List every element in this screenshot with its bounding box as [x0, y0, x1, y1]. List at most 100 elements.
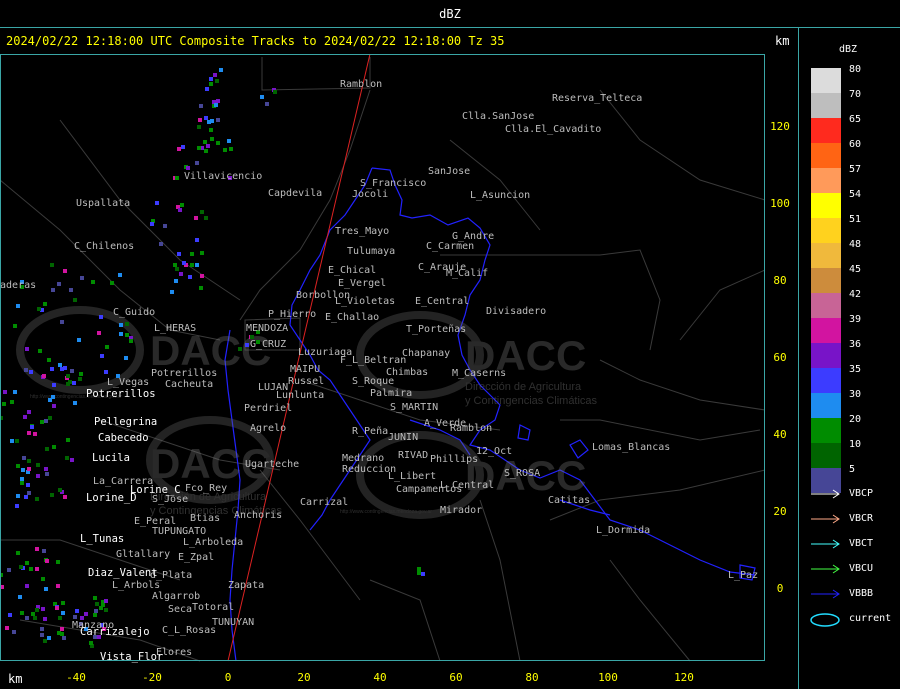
legend-value: 48	[849, 239, 862, 250]
place-label: Zapata	[228, 580, 264, 591]
track-arrow-icon	[811, 539, 840, 549]
legend-value: 54	[849, 189, 862, 200]
legend-value: 39	[849, 314, 862, 325]
track-arrow-icon	[811, 514, 840, 524]
place-label-highlight: Potrerillos	[86, 388, 156, 400]
place-label-highlight: L_Tunas	[80, 533, 124, 545]
legend-swatch	[811, 218, 841, 243]
place-label: M_Caserns	[452, 368, 506, 379]
place-label: RIVAD	[398, 450, 428, 461]
x-tick-label: -40	[66, 671, 86, 684]
place-label: S_Francisco	[360, 178, 426, 189]
legend-value: 10	[849, 439, 862, 450]
place-label: Catitas	[548, 495, 590, 506]
place-label: S_ROSA	[504, 468, 540, 479]
legend-swatch	[811, 143, 841, 168]
place-label: TUNUYAN	[212, 617, 254, 628]
legend-swatch	[811, 368, 841, 393]
x-tick-label: 60	[449, 671, 462, 684]
place-label: L_Dormida	[596, 525, 650, 536]
legend-value: 35	[849, 364, 862, 375]
place-label: S_MARTIN	[390, 402, 438, 413]
place-label: Perdriel	[244, 403, 292, 414]
place-label: Ramblon	[340, 79, 382, 90]
legend-swatch	[811, 168, 841, 193]
place-label: Anchoris	[234, 510, 282, 521]
place-label: Ugarteche	[245, 459, 299, 470]
place-label: Palmira	[370, 388, 412, 399]
legend-swatch	[811, 268, 841, 293]
place-label: Capdevila	[268, 188, 322, 199]
watermark-line2: y Contingencias Climáticas	[465, 395, 598, 407]
place-label: MENDOZA	[246, 323, 288, 334]
legend-swatch	[811, 118, 841, 143]
watermark-brand: DACC	[150, 327, 271, 374]
x-tick-label: -20	[142, 671, 162, 684]
track-legend-label: VBCU	[849, 563, 874, 574]
legend-swatch	[811, 343, 841, 368]
y-tick-label: 60	[773, 351, 786, 364]
place-label: L_Asuncion	[470, 190, 530, 201]
place-label: Agrelo	[250, 423, 286, 434]
window-title: dBZ	[0, 0, 900, 28]
place-label: Carrizal	[300, 497, 348, 508]
place-label-highlight: Vista_Flor	[100, 651, 163, 663]
place-label: Ramblon	[450, 423, 492, 434]
x-tick-label: 80	[525, 671, 538, 684]
watermark-line1: Dirección de Agricultura	[465, 381, 582, 393]
place-label: SanJose	[428, 166, 470, 177]
legend-swatch	[811, 93, 841, 118]
place-label: Campamentos	[396, 484, 462, 495]
place-label: M_Calif	[446, 268, 488, 279]
place-label: Lomas_Blancas	[592, 442, 670, 453]
legend-value: 42	[849, 289, 862, 300]
track-legend-item: VBCP	[809, 487, 899, 501]
place-label-highlight: Carrizalejo	[80, 626, 150, 638]
place-label: S_Roque	[352, 376, 394, 387]
place-label: L_Paz	[728, 570, 758, 581]
place-label: T_Porteñas	[406, 324, 466, 335]
radar-map[interactable]: DACC DACC DACC DACC Dirección de Agricul…	[0, 28, 798, 689]
x-tick-label: 120	[674, 671, 694, 684]
track-legend-label: VBCP	[849, 488, 874, 499]
place-label: Divisadero	[486, 306, 546, 317]
track-arrow-icon	[811, 489, 840, 499]
place-label: Totoral	[192, 602, 234, 613]
place-label: Lunlunta	[276, 390, 324, 401]
place-label: C_L_Rosas	[162, 625, 216, 636]
place-label: Villavicencio	[184, 171, 262, 182]
track-legend-label: VBCR	[849, 513, 874, 524]
place-label: Gltallary	[116, 549, 170, 560]
place-label: Algarrob	[152, 591, 200, 602]
place-label: Clla.El_Cavadito	[505, 124, 601, 135]
place-label: Reserva_Telteca	[552, 93, 642, 104]
place-label: G_CRUZ	[250, 339, 286, 350]
place-label: Tulumaya	[347, 246, 395, 257]
x-tick-label: 0	[225, 671, 232, 684]
place-label-highlight: Lorine_D	[86, 492, 137, 504]
track-legend-item: current	[809, 612, 899, 627]
place-label: R_Peña	[352, 426, 388, 437]
place-label: C_Chilenos	[74, 241, 134, 252]
legend-value: 57	[849, 164, 862, 175]
place-label: E_Chical	[328, 265, 376, 276]
track-arrow-icon	[811, 564, 840, 574]
legend-swatch	[811, 293, 841, 318]
place-label: Chapanay	[402, 348, 450, 359]
place-label: Russel	[288, 376, 324, 387]
x-tick-label: 20	[297, 671, 310, 684]
place-label: L_Vegas	[107, 377, 149, 388]
place-label: MAIPU	[290, 364, 320, 375]
y-tick-label: 100	[770, 197, 790, 210]
legend-value: 70	[849, 89, 862, 100]
place-label: Btias	[190, 513, 220, 524]
watermark-url: http://www.contingencias.mendoza.gov.ar	[340, 509, 432, 515]
place-label: E_Zpal	[178, 552, 214, 563]
place-label: L_Violetas	[335, 296, 395, 307]
place-label-highlight: Diaz_Valent	[88, 567, 158, 579]
track-legend-item: VBCT	[809, 537, 899, 551]
place-label: JUNIN	[388, 432, 418, 443]
x-axis: -40 -20 0 20 40 60 80 100 120	[66, 671, 694, 684]
place-label: Medrano	[342, 453, 384, 464]
place-label: Uspallata	[76, 198, 130, 209]
